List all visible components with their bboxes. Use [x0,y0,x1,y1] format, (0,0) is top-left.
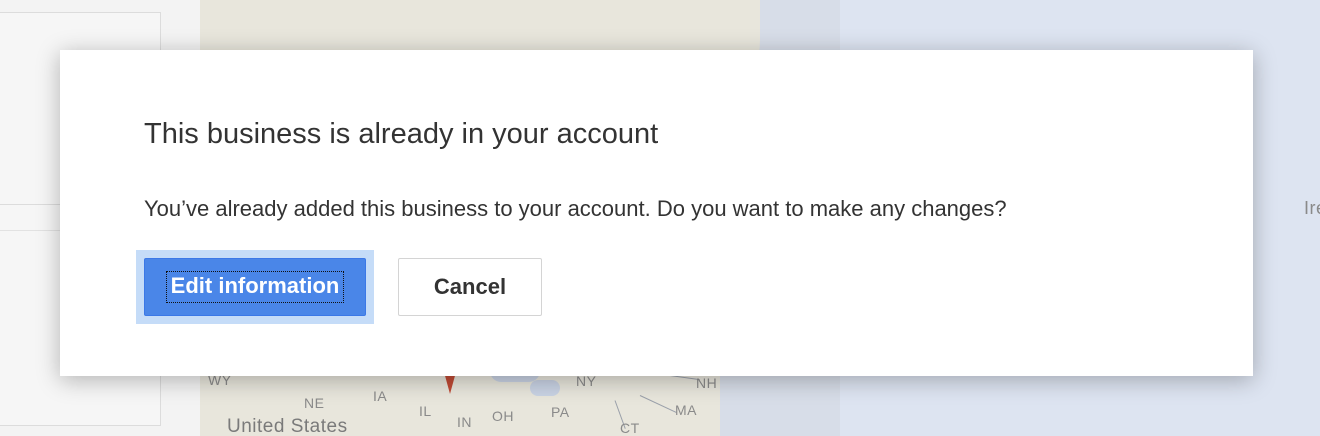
edit-information-label: Edit information [165,271,345,303]
map-label-oh: OH [492,408,514,424]
dialog-title: This business is already in your account [144,118,659,150]
cancel-button[interactable]: Cancel [398,258,542,316]
map-label-il: IL [419,403,432,419]
map-lake [530,380,560,396]
edit-information-button[interactable]: Edit information [144,258,366,316]
map-label-ne: NE [304,395,325,411]
map-label-ire: Ire [1304,198,1320,218]
map-label-ia: IA [373,388,388,404]
map-label-nh: NH [696,375,718,391]
map-label-in: IN [457,414,472,430]
duplicate-business-dialog: This business is already in your account… [60,50,1253,376]
map-label-pa: PA [551,404,570,420]
map-label-ma: MA [675,402,697,418]
dialog-message: You’ve already added this business to yo… [144,196,1007,221]
map-label-country: United States [227,416,348,436]
map-label-ct: CT [620,420,640,436]
